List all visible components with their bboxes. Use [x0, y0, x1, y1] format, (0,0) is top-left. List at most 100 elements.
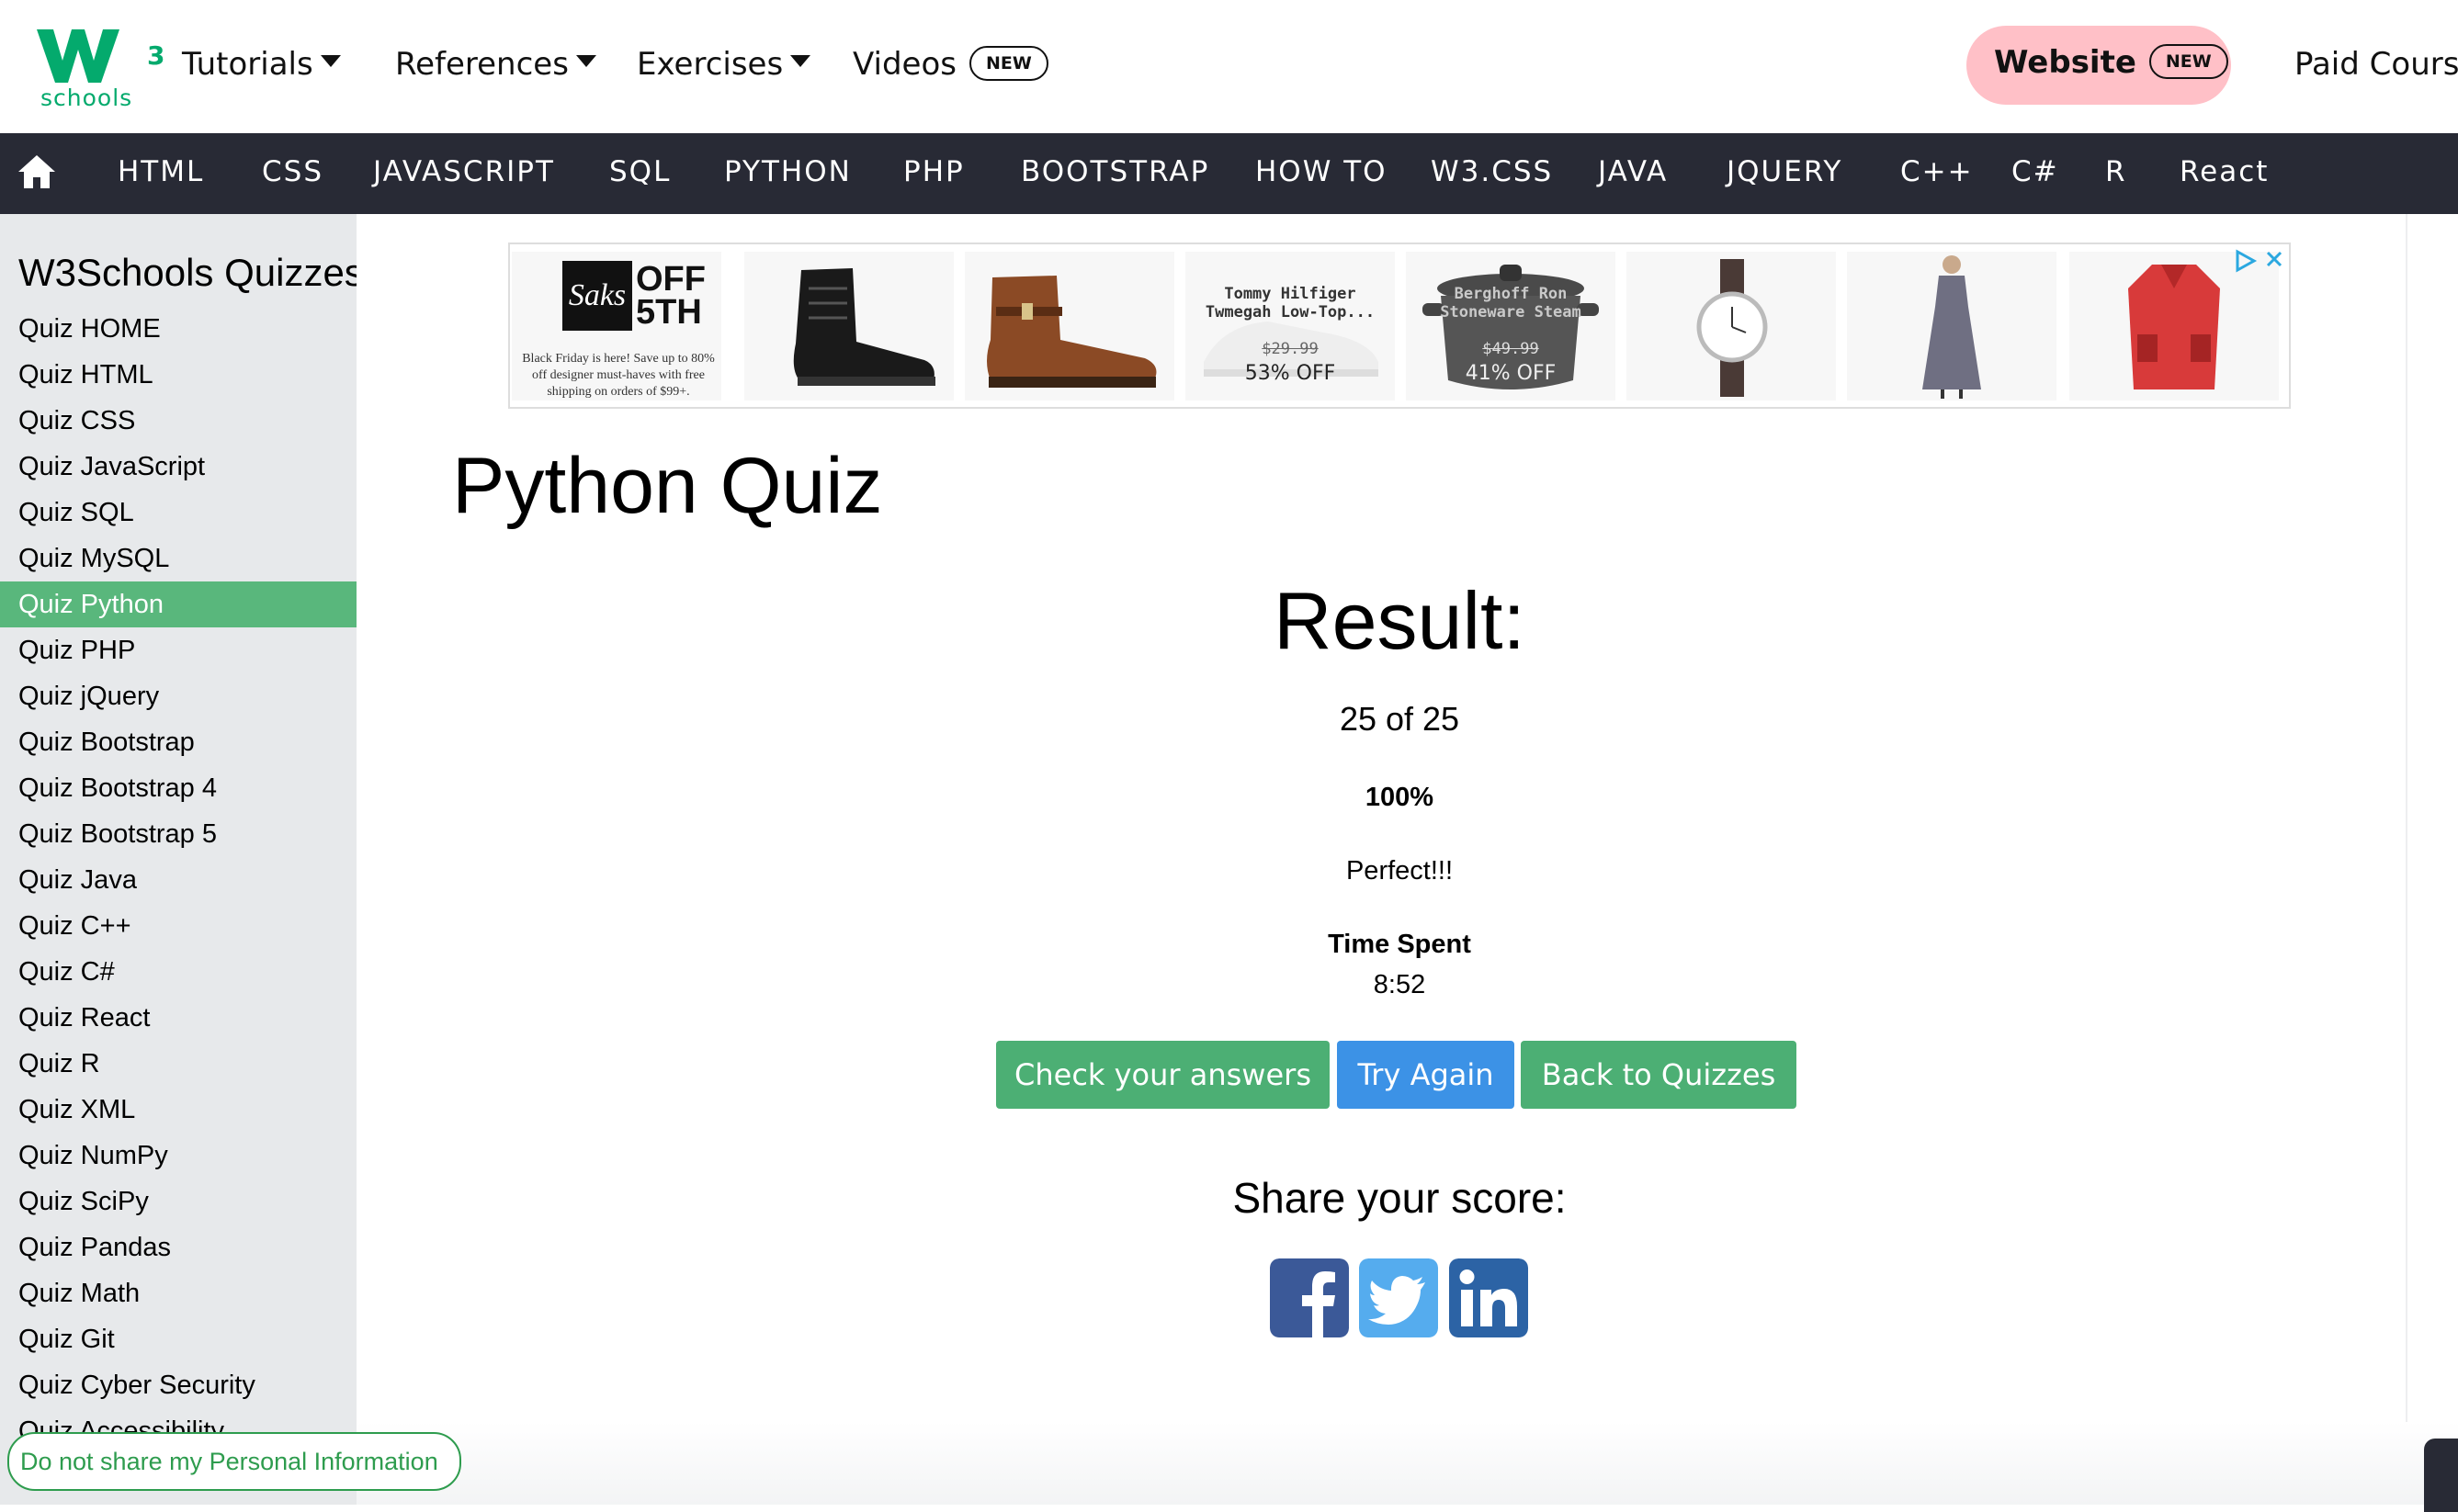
ad-tile-saks[interactable]: Saks OFF 5TH Black Friday is here! Save … — [512, 252, 721, 401]
subject-r[interactable]: R — [2105, 155, 2127, 188]
ad-tile-watch[interactable] — [1626, 252, 1836, 401]
sidebar-item-quiz-css[interactable]: Quiz CSS — [0, 398, 357, 444]
time-spent-label: Time Spent — [1328, 930, 1471, 959]
sidebar-item-quiz-pandas[interactable]: Quiz Pandas — [0, 1224, 357, 1270]
ad-banner[interactable]: Saks OFF 5TH Black Friday is here! Save … — [508, 243, 2291, 409]
ad-tile-sneaker[interactable]: Tommy Hilfiger Twmegah Low-Top... $29.99… — [1185, 252, 1395, 401]
sidebar-item-quiz-bootstrap-5[interactable]: Quiz Bootstrap 5 — [0, 811, 357, 857]
subject-react[interactable]: React — [2180, 155, 2269, 188]
nav-tutorials[interactable]: Tutorials — [182, 46, 341, 83]
home-icon[interactable] — [17, 153, 57, 190]
subject-python[interactable]: PYTHON — [724, 155, 852, 188]
sidebar-item-quiz-cpp[interactable]: Quiz C++ — [0, 903, 357, 949]
sneaker-price: $29.99 — [1262, 340, 1319, 358]
check-answers-button[interactable]: Check your answers — [996, 1041, 1330, 1109]
sidebar-item-quiz-mysql[interactable]: Quiz MySQL — [0, 536, 357, 581]
sidebar-item-quiz-home[interactable]: Quiz HOME — [0, 306, 357, 352]
subject-css[interactable]: CSS — [262, 155, 323, 188]
w3schools-logo[interactable]: 3 schools — [37, 20, 164, 112]
black-boot-image — [793, 268, 935, 386]
red-coat-image — [2128, 265, 2220, 389]
bottom-fade — [357, 1422, 2458, 1505]
saks-off-line2: 5TH — [636, 293, 702, 332]
cookware-discount: 41% OFF — [1465, 362, 1557, 385]
percent-text: 100% — [1365, 783, 1434, 812]
subject-html[interactable]: HTML — [118, 155, 204, 188]
top-navigation-bar: 3 schools Tutorials References Exercises… — [0, 0, 2458, 133]
sidebar-item-quiz-sql[interactable]: Quiz SQL — [0, 490, 357, 536]
content-right-border — [2406, 214, 2407, 1436]
sidebar-item-quiz-bootstrap-4[interactable]: Quiz Bootstrap 4 — [0, 765, 357, 811]
nav-exercises-label: Exercises — [637, 46, 784, 83]
subject-bootstrap[interactable]: BOOTSTRAP — [1021, 155, 1209, 188]
saks-logo: Saks — [562, 261, 632, 331]
website-button[interactable]: Website NEW — [1966, 26, 2231, 105]
sidebar-item-quiz-java[interactable]: Quiz Java — [0, 857, 357, 903]
subject-java[interactable]: JAVA — [1598, 155, 1668, 188]
nav-videos[interactable]: Videos NEW — [853, 46, 1048, 83]
saks-off-line1: OFF — [636, 260, 706, 299]
caret-down-icon — [320, 55, 341, 67]
watch-image — [1696, 259, 1768, 397]
close-icon[interactable] — [2263, 248, 2285, 270]
sidebar-item-quiz-csharp[interactable]: Quiz C# — [0, 949, 357, 995]
subject-how-to[interactable]: HOW TO — [1255, 155, 1388, 188]
sidebar-item-quiz-numpy[interactable]: Quiz NumPy — [0, 1133, 357, 1179]
sidebar-item-quiz-javascript[interactable]: Quiz JavaScript — [0, 444, 357, 490]
w3schools-logo-mark — [37, 29, 119, 83]
subject-w3css[interactable]: W3.CSS — [1431, 155, 1553, 188]
nav-references-label: References — [395, 46, 569, 83]
subject-navigation-bar: HTML CSS JAVASCRIPT SQL PYTHON PHP BOOTS… — [0, 133, 2458, 214]
sidebar-item-quiz-jquery[interactable]: Quiz jQuery — [0, 673, 357, 719]
sidebar-item-quiz-math[interactable]: Quiz Math — [0, 1270, 357, 1316]
logo-superscript: 3 — [147, 40, 165, 71]
sidebar-item-quiz-scipy[interactable]: Quiz SciPy — [0, 1179, 357, 1224]
subject-javascript[interactable]: JAVASCRIPT — [373, 155, 555, 188]
result-message: Perfect!!! — [1345, 856, 1454, 886]
do-not-share-personal-info-button[interactable]: Do not share my Personal Information — [7, 1432, 461, 1491]
sidebar-item-quiz-cyber-security[interactable]: Quiz Cyber Security — [0, 1362, 357, 1408]
ad-tile-black-boot[interactable] — [744, 252, 954, 401]
sidebar-item-quiz-r[interactable]: Quiz R — [0, 1041, 357, 1087]
new-badge: NEW — [2148, 44, 2228, 79]
sidebar-item-quiz-xml[interactable]: Quiz XML — [0, 1087, 357, 1133]
sidebar-item-quiz-php[interactable]: Quiz PHP — [0, 627, 357, 673]
result-heading: Result: — [1274, 575, 1525, 666]
caret-down-icon — [790, 55, 811, 67]
subject-csharp[interactable]: C# — [2011, 155, 2059, 188]
subject-jquery[interactable]: JQUERY — [1727, 155, 1842, 188]
sneaker-discount: 53% OFF — [1244, 362, 1336, 385]
time-spent-value: 8:52 — [1373, 970, 1426, 999]
facebook-icon[interactable] — [1270, 1258, 1349, 1337]
ad-tile-red-coat[interactable] — [2069, 252, 2279, 401]
linkedin-icon[interactable] — [1449, 1258, 1528, 1337]
score-text: 25 of 25 — [1339, 700, 1460, 738]
sidebar-item-quiz-html[interactable]: Quiz HTML — [0, 352, 357, 398]
website-label: Website — [1994, 44, 2136, 81]
saks-fine-print: Black Friday is here! Save up to 80% off… — [522, 352, 715, 399]
try-again-button[interactable]: Try Again — [1337, 1041, 1514, 1109]
nav-references[interactable]: References — [395, 46, 596, 83]
sidebar-item-quiz-python[interactable]: Quiz Python — [0, 581, 357, 627]
corner-widget[interactable] — [2424, 1439, 2458, 1512]
twitter-icon[interactable] — [1359, 1258, 1438, 1337]
subject-sql[interactable]: SQL — [609, 155, 671, 188]
logo-text: schools — [40, 85, 133, 111]
back-to-quizzes-button[interactable]: Back to Quizzes — [1521, 1041, 1796, 1109]
sidebar-item-quiz-react[interactable]: Quiz React — [0, 995, 357, 1041]
ad-tile-cookware[interactable]: Berghoff Ron Stoneware Steam $49.99 41% … — [1406, 252, 1615, 401]
saks-off-5th: OFF 5TH — [636, 260, 706, 332]
subject-php[interactable]: PHP — [903, 155, 965, 188]
ad-tile-brown-boot[interactable] — [965, 252, 1174, 401]
page-title: Python Quiz — [452, 442, 883, 530]
cookware-title-1: Berghoff Ron — [1454, 285, 1568, 303]
adchoices-icon[interactable] — [2232, 248, 2258, 274]
nav-exercises[interactable]: Exercises — [637, 46, 811, 83]
subject-cpp[interactable]: C++ — [1900, 155, 1974, 188]
ad-tile-dress[interactable] — [1847, 252, 2056, 401]
sidebar-item-quiz-git[interactable]: Quiz Git — [0, 1316, 357, 1362]
sidebar-item-quiz-bootstrap[interactable]: Quiz Bootstrap — [0, 719, 357, 765]
nav-paid-courses[interactable]: Paid Courses — [2294, 46, 2458, 83]
dress-image — [1922, 255, 1981, 399]
nav-paid-courses-label: Paid Courses — [2294, 46, 2458, 83]
